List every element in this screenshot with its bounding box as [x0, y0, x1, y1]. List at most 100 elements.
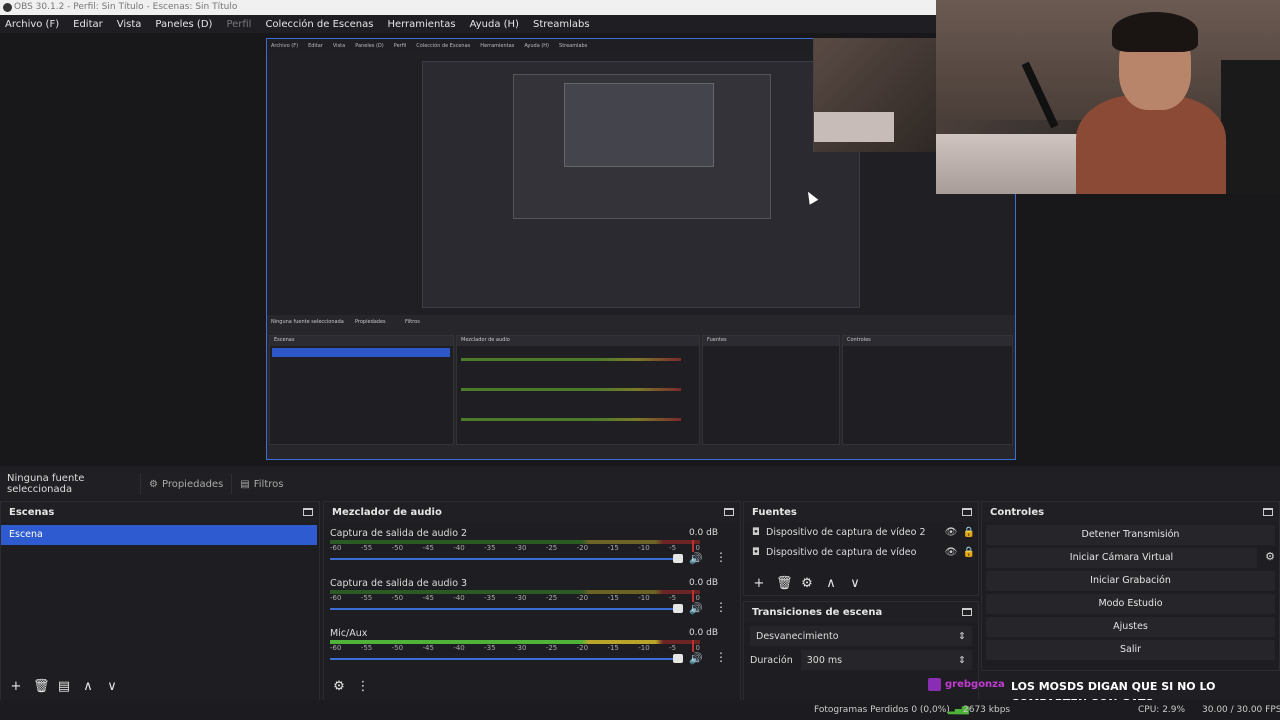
filter-icon: ▤ — [240, 478, 250, 490]
chat-username: grebgonza — [945, 679, 1005, 690]
scale-tick: -50 — [391, 644, 404, 652]
mixer-channel: Captura de salida de audio 2 0.0 dB -60 -55… — [330, 528, 728, 574]
exit-button[interactable]: Salir — [986, 640, 1275, 660]
db-scale: -60 -55 -50 -45 -40 -35 -30 -25 -20 -15 -10 -5 0 — [330, 594, 700, 602]
controls-dock: Controles Detener Transmisión Iniciar Cá… — [981, 501, 1280, 671]
duration-row: Duración 300 ms ⇕ — [750, 650, 972, 670]
trash-icon[interactable]: 🗑 — [33, 680, 50, 694]
virtual-camera-button[interactable]: Iniciar Cámara Virtual — [986, 548, 1257, 568]
filter-icon[interactable]: ▤ — [57, 680, 71, 694]
add-icon[interactable]: + — [752, 577, 766, 591]
scale-tick: -40 — [453, 544, 465, 552]
scale-tick: -40 — [453, 644, 465, 652]
mixer-toolbar: ⚙ ⋮ — [324, 680, 370, 694]
studio-mode-button[interactable]: Modo Estudio — [986, 594, 1275, 614]
duration-label: Duración — [750, 654, 793, 666]
kebab-menu-icon[interactable]: ⋮ — [715, 650, 727, 664]
gear-icon[interactable]: ⚙ — [800, 577, 814, 591]
scale-tick: -50 — [391, 594, 404, 602]
chevron-up-icon[interactable]: ∧ — [81, 680, 95, 694]
scale-tick: -35 — [484, 544, 496, 552]
properties-button[interactable]: ⚙ Propiedades — [140, 474, 231, 494]
undock-icon[interactable] — [724, 508, 734, 516]
nested-preview-2 — [513, 74, 771, 219]
eye-icon[interactable]: 👁 — [942, 527, 960, 538]
scale-tick: -55 — [360, 544, 373, 552]
scale-tick: -15 — [607, 644, 619, 652]
scale-tick: -10 — [638, 594, 650, 602]
menu-item[interactable]: Colección de Escenas — [265, 19, 373, 30]
transitions-header: Transiciones de escena — [744, 602, 978, 622]
scale-tick: -20 — [576, 644, 589, 652]
volume-slider-handle[interactable] — [673, 554, 683, 563]
source-item[interactable]: ◘ Dispositivo de captura de vídeo 👁 🔒 — [744, 542, 978, 562]
lock-icon[interactable]: 🔒 — [960, 547, 978, 558]
scale-tick: -15 — [607, 544, 619, 552]
undock-icon[interactable] — [962, 608, 972, 616]
scene-item[interactable]: Escena — [1, 525, 317, 545]
mixer-channel: Captura de salida de audio 3 0.0 dB -60 -55… — [330, 578, 728, 624]
menu-item[interactable]: Streamlabs — [533, 19, 590, 30]
scale-tick: -45 — [422, 644, 434, 652]
gear-icon[interactable]: ⚙ — [1261, 550, 1279, 563]
menu-item[interactable]: Editar — [73, 19, 103, 30]
duration-field[interactable]: 300 ms ⇕ — [800, 650, 972, 670]
speaker-icon[interactable]: 🔊 — [689, 602, 703, 615]
chevron-down-icon[interactable]: ∨ — [848, 577, 862, 591]
speaker-icon[interactable]: 🔊 — [689, 552, 703, 565]
chevron-down-icon[interactable]: ∨ — [105, 680, 119, 694]
status-bar: Fotogramas Perdidos 0 (0,0%) ▂▄▆ 2673 kb… — [0, 700, 1280, 720]
lock-icon[interactable]: 🔒 — [960, 527, 978, 538]
menu-item[interactable]: Paneles (D) — [155, 19, 212, 30]
source-item[interactable]: ◘ Dispositivo de captura de vídeo 2 👁 🔒 — [744, 522, 978, 542]
audio-mixer-dock: Mezclador de audio Captura de salida de … — [323, 501, 741, 701]
scale-tick: -40 — [453, 594, 465, 602]
volume-slider[interactable] — [330, 608, 675, 610]
scale-tick: -45 — [422, 594, 434, 602]
volume-slider[interactable] — [330, 558, 675, 560]
fps: 30.00 / 30.00 FPS — [1202, 705, 1280, 715]
record-button[interactable]: Iniciar Grabación — [986, 571, 1275, 591]
scale-tick: 0 — [695, 644, 700, 652]
filters-button[interactable]: ▤ Filtros — [231, 474, 291, 494]
scale-tick: -60 — [330, 644, 342, 652]
channel-name: Captura de salida de audio 2 — [330, 528, 468, 539]
trash-icon[interactable]: 🗑 — [776, 577, 793, 591]
menu-item[interactable]: Archivo (F) — [5, 19, 59, 30]
undock-icon[interactable] — [303, 508, 313, 516]
undock-icon[interactable] — [1263, 508, 1273, 516]
volume-slider-handle[interactable] — [673, 604, 683, 613]
scale-tick: -50 — [391, 544, 404, 552]
transition-select[interactable]: Desvanecimiento ⇕ — [750, 626, 972, 646]
mixer-settings-icon[interactable]: ⚙ — [332, 680, 346, 694]
kebab-menu-icon[interactable]: ⋮ — [715, 600, 727, 614]
sources-toolbar: + 🗑 ⚙ ∧ ∨ — [744, 577, 862, 591]
settings-button[interactable]: Ajustes — [986, 617, 1275, 637]
nested-preview — [422, 61, 860, 308]
channel-db: 0.0 dB — [688, 578, 718, 588]
kebab-menu-icon[interactable]: ⋮ — [715, 550, 727, 564]
sources-dock: Fuentes ◘ Dispositivo de captura de vídeo… — [743, 501, 979, 596]
menu-item[interactable]: Vista — [117, 19, 142, 30]
channel-name: Mic/Aux — [330, 628, 368, 639]
speaker-icon[interactable]: 🔊 — [689, 652, 703, 665]
eye-icon[interactable]: 👁 — [942, 547, 960, 558]
scale-tick: -25 — [545, 594, 558, 602]
volume-slider[interactable] — [330, 658, 675, 660]
mixer-header: Mezclador de audio — [324, 502, 740, 522]
obs-logo-icon — [3, 3, 12, 12]
undock-icon[interactable] — [962, 508, 972, 516]
volume-slider-handle[interactable] — [673, 654, 683, 663]
menu-item[interactable]: Ayuda (H) — [470, 19, 519, 30]
kebab-menu-icon[interactable]: ⋮ — [356, 680, 370, 694]
menu-item[interactable]: Herramientas — [387, 19, 455, 30]
scale-tick: -5 — [669, 594, 677, 602]
scale-tick: -60 — [330, 594, 342, 602]
scenes-toolbar: + 🗑 ▤ ∧ ∨ — [1, 680, 119, 694]
stop-stream-button[interactable]: Detener Transmisión — [986, 525, 1275, 545]
chevron-up-icon[interactable]: ∧ — [824, 577, 838, 591]
webcam-reflection — [813, 38, 936, 152]
window-title: OBS 30.1.2 - Perfil: Sin Título - Escena… — [14, 2, 238, 12]
menu-item[interactable]: Perfil — [226, 19, 251, 30]
add-icon[interactable]: + — [9, 680, 23, 694]
